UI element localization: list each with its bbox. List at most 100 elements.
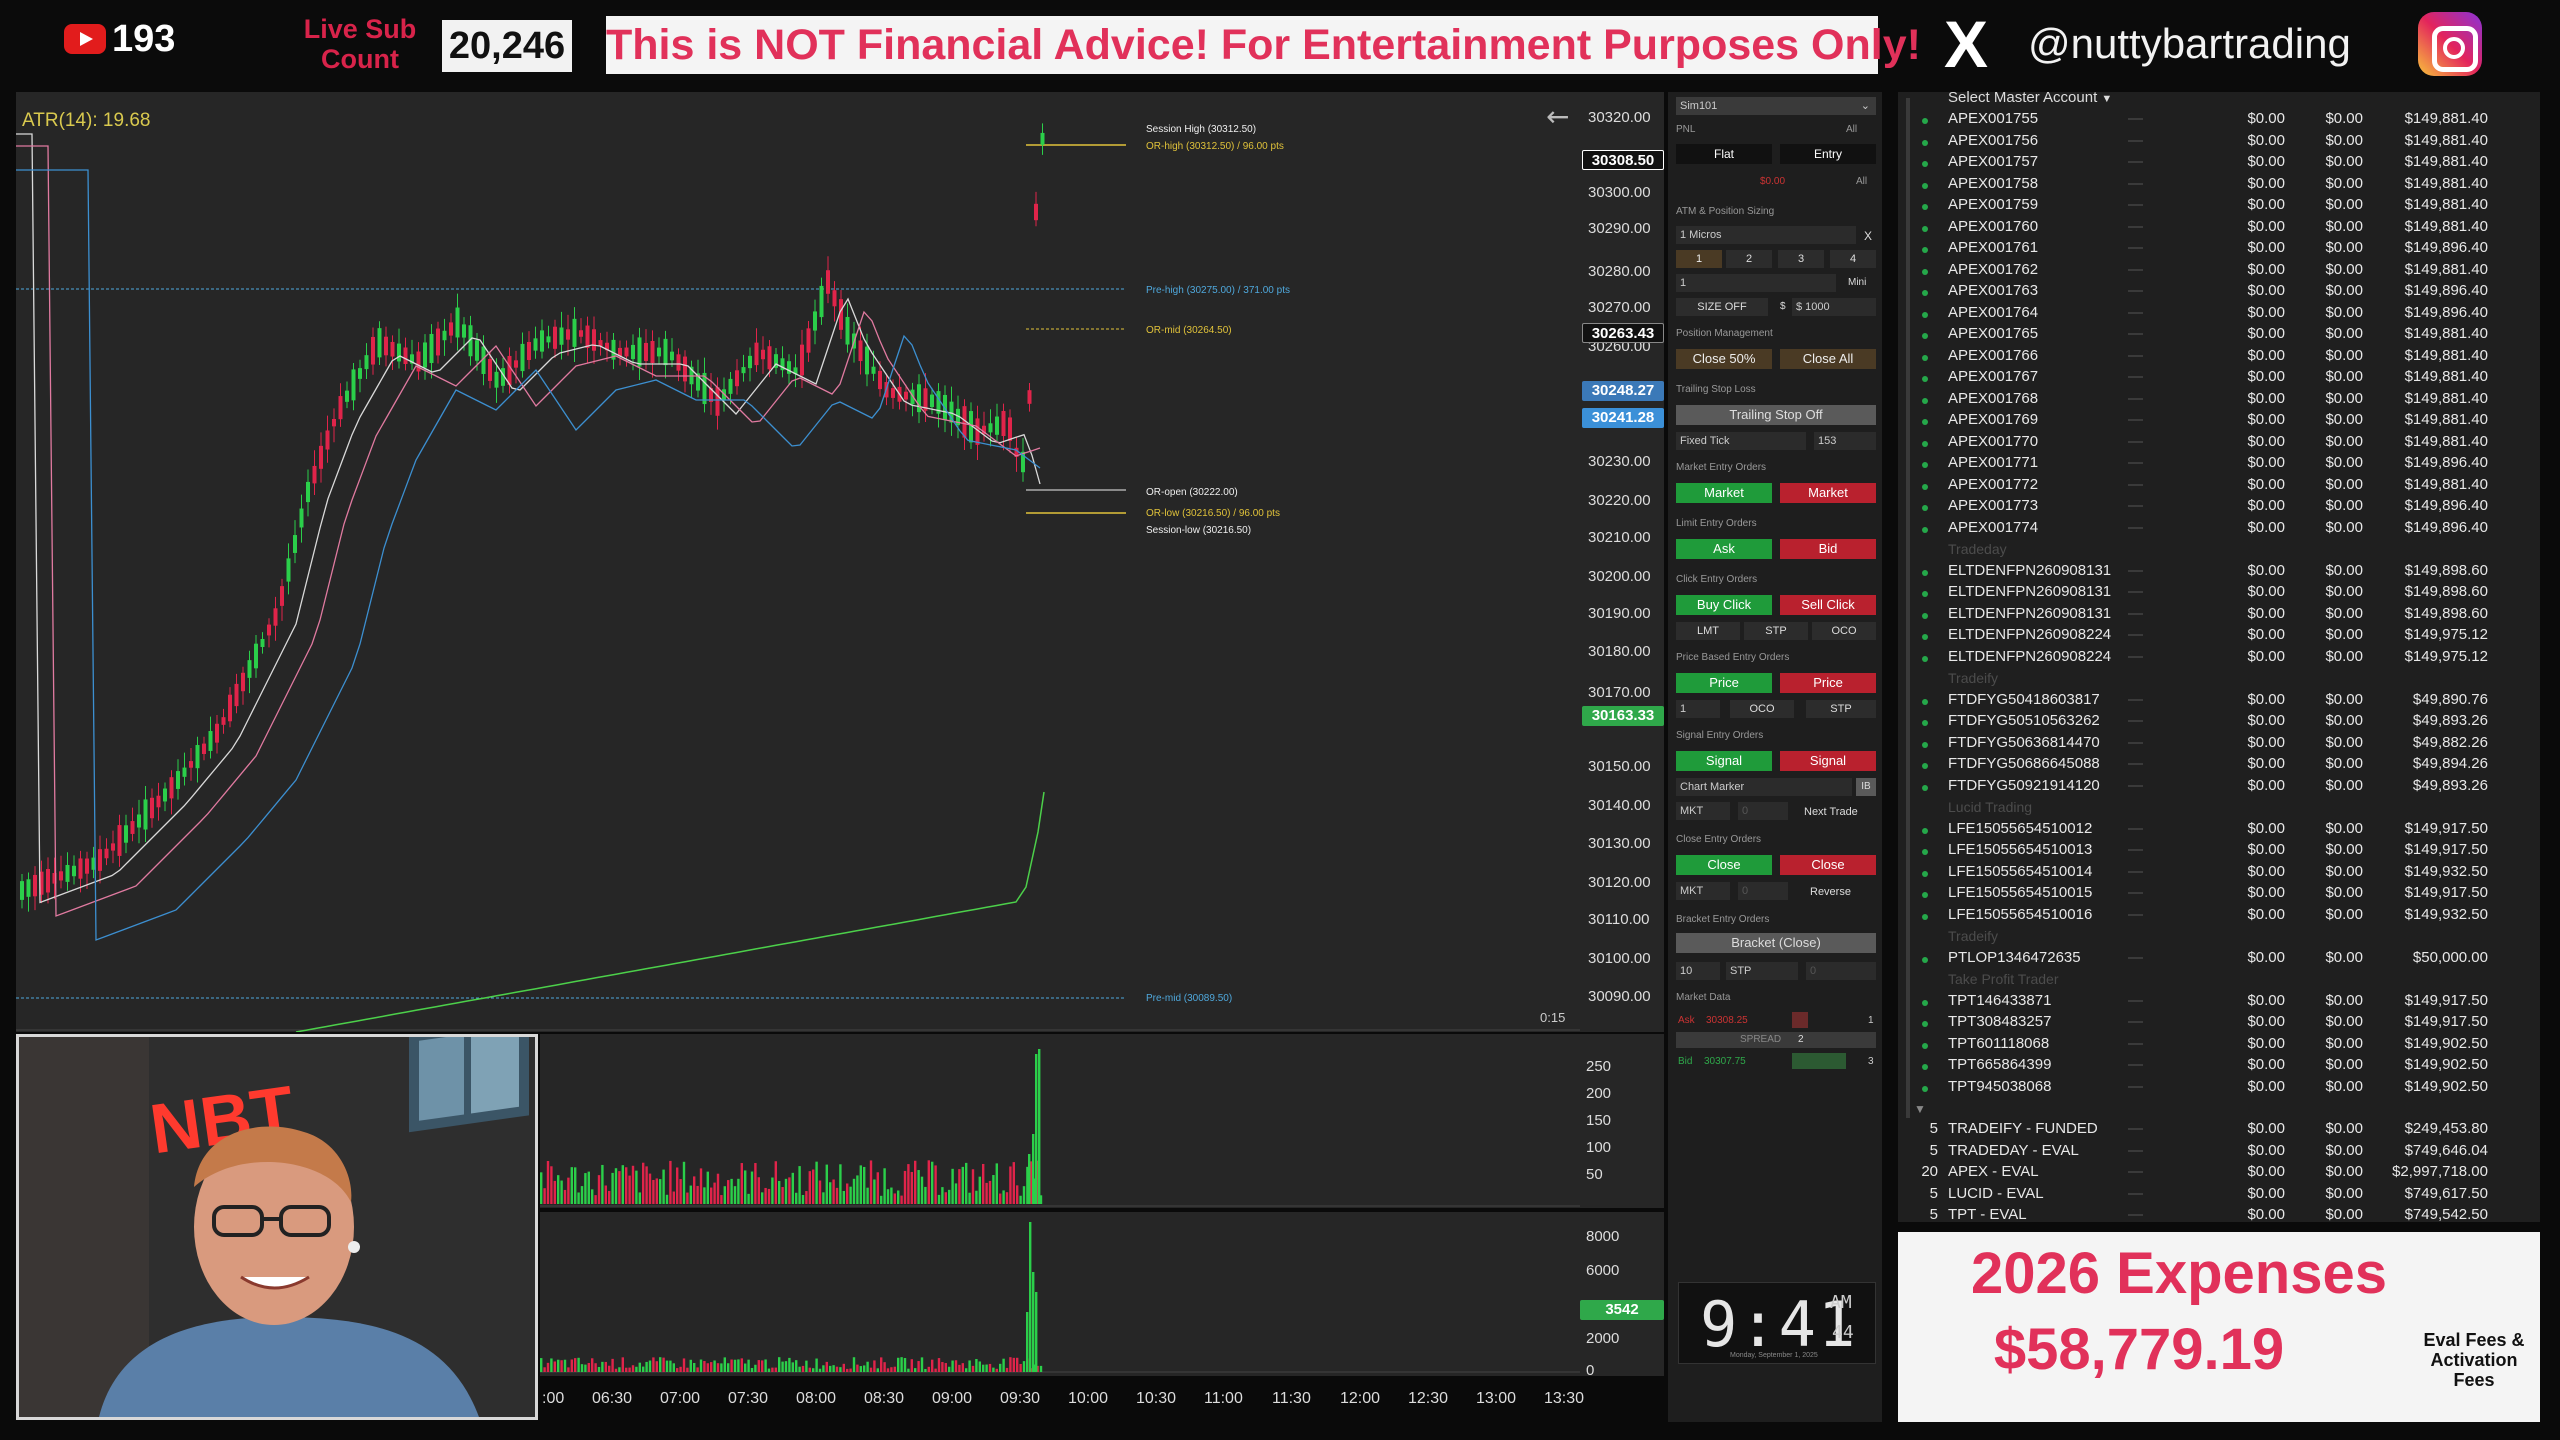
size-amount-input[interactable]: $ 1000 [1792, 298, 1876, 316]
summary-row[interactable]: 5 TPT - EVAL — $0.00 $0.00 $749,542.50 [1898, 1206, 2540, 1227]
close-buy-button[interactable]: Close [1676, 855, 1772, 875]
qty-3-button[interactable]: 3 [1778, 250, 1824, 268]
price-sell-button[interactable]: Price [1780, 673, 1876, 693]
account-row[interactable]: APEX001770 — $0.00 $0.00 $149,881.40 [1898, 433, 2540, 454]
close-all-button[interactable]: Close All [1780, 349, 1876, 369]
summary-row[interactable]: 5 LUCID - EVAL — $0.00 $0.00 $749,617.50 [1898, 1185, 2540, 1206]
price-chart[interactable] [16, 92, 1664, 1033]
volume-pane[interactable] [540, 1034, 1664, 1208]
account-row[interactable]: FTDFYG50686645088 — $0.00 $0.00 $49,894.26 [1898, 755, 2540, 776]
account-row[interactable]: LFE15055654510016 — $0.00 $0.00 $149,932.50 [1898, 906, 2540, 927]
close-50-button[interactable]: Close 50% [1676, 349, 1772, 369]
delta-volume-pane[interactable] [540, 1212, 1664, 1376]
account-select[interactable]: Sim101 ⌄ [1676, 97, 1876, 115]
qty-2-button[interactable]: 2 [1726, 250, 1772, 268]
account-row[interactable]: APEX001772 — $0.00 $0.00 $149,881.40 [1898, 476, 2540, 497]
account-row[interactable]: APEX001773 — $0.00 $0.00 $149,896.40 [1898, 497, 2540, 518]
account-row[interactable]: APEX001761 — $0.00 $0.00 $149,896.40 [1898, 239, 2540, 260]
account-row[interactable]: LFE15055654510013 — $0.00 $0.00 $149,917.50 [1898, 841, 2540, 862]
account-row[interactable]: TPT308483257 — $0.00 $0.00 $149,917.50 [1898, 1013, 2540, 1034]
price-qty-input[interactable]: 1 [1676, 700, 1720, 718]
bracket-close-button[interactable]: Bracket (Close) [1676, 933, 1876, 953]
account-row[interactable]: APEX001769 — $0.00 $0.00 $149,881.40 [1898, 411, 2540, 432]
account-row[interactable]: APEX001755 — $0.00 $0.00 $149,881.40 [1898, 110, 2540, 131]
account-row[interactable]: FTDFYG50636814470 — $0.00 $0.00 $49,882.26 [1898, 734, 2540, 755]
signal-buy-button[interactable]: Signal [1676, 751, 1772, 771]
account-row[interactable]: PTLOP1346472635 — $0.00 $0.00 $50,000.00 [1898, 949, 2540, 970]
account-row[interactable]: APEX001767 — $0.00 $0.00 $149,881.40 [1898, 368, 2540, 389]
account-row[interactable]: APEX001768 — $0.00 $0.00 $149,881.40 [1898, 390, 2540, 411]
account-row[interactable]: APEX001763 — $0.00 $0.00 $149,896.40 [1898, 282, 2540, 303]
account-row[interactable]: APEX001764 — $0.00 $0.00 $149,896.40 [1898, 304, 2540, 325]
entry-button[interactable]: Entry [1780, 144, 1876, 164]
qty-1-button[interactable]: 1 [1676, 250, 1722, 268]
lmt-button[interactable]: LMT [1676, 622, 1740, 640]
status-dot [1922, 698, 1928, 705]
account-row[interactable]: APEX001771 — $0.00 $0.00 $149,896.40 [1898, 454, 2540, 475]
summary-row[interactable]: 5 TRADEDAY - EVAL — $0.00 $0.00 $749,646.04 [1898, 1142, 2540, 1163]
fixed-tick-select[interactable]: Fixed Tick [1676, 432, 1806, 450]
ib-button[interactable]: IB [1856, 778, 1876, 796]
summary-row[interactable]: 20 APEX - EVAL — $0.00 $0.00 $2,997,718.00 [1898, 1163, 2540, 1184]
account-row[interactable]: ELTDENFPN260908131 — $0.00 $0.00 $149,898.60 [1898, 562, 2540, 583]
arrow-left-icon[interactable]: ← [1546, 100, 1569, 133]
account-row[interactable]: LFE15055654510015 — $0.00 $0.00 $149,917.50 [1898, 884, 2540, 905]
account-row[interactable]: TPT945038068 — $0.00 $0.00 $149,902.50 [1898, 1078, 2540, 1099]
account-row[interactable]: APEX001762 — $0.00 $0.00 $149,881.40 [1898, 261, 2540, 282]
signal-sell-button[interactable]: Signal [1780, 751, 1876, 771]
flat-button[interactable]: Flat [1676, 144, 1772, 164]
close-zero-input[interactable]: 0 [1738, 882, 1788, 900]
summary-row[interactable]: 5 TRADEIFY - FUNDED — $0.00 $0.00 $249,453.80 [1898, 1120, 2540, 1141]
account-row[interactable]: APEX001759 — $0.00 $0.00 $149,881.40 [1898, 196, 2540, 217]
account-row[interactable]: APEX001765 — $0.00 $0.00 $149,881.40 [1898, 325, 2540, 346]
sell-click-button[interactable]: Sell Click [1780, 595, 1876, 615]
qty-4-button[interactable]: 4 [1830, 250, 1876, 268]
close-icon[interactable]: X [1864, 229, 1872, 243]
buy-click-button[interactable]: Buy Click [1676, 595, 1772, 615]
size-off-button[interactable]: SIZE OFF [1676, 298, 1768, 316]
account-row[interactable]: APEX001757 — $0.00 $0.00 $149,881.40 [1898, 153, 2540, 174]
market-buy-button[interactable]: Market [1676, 483, 1772, 503]
account-row[interactable]: FTDFYG50510563262 — $0.00 $0.00 $49,893.26 [1898, 712, 2540, 733]
account-row[interactable]: ELTDENFPN260908224 — $0.00 $0.00 $149,975.12 [1898, 626, 2540, 647]
collapse-icon[interactable]: ▼ [1914, 1102, 1926, 1116]
account-row[interactable]: ELTDENFPN260908131 — $0.00 $0.00 $149,898.60 [1898, 583, 2540, 604]
account-row[interactable]: APEX001774 — $0.00 $0.00 $149,896.40 [1898, 519, 2540, 540]
limit-ask-button[interactable]: Ask [1676, 539, 1772, 559]
close-mkt-select[interactable]: MKT [1676, 882, 1730, 900]
limit-bid-button[interactable]: Bid [1780, 539, 1876, 559]
atm-select[interactable]: 1 Micros [1676, 226, 1856, 244]
account-row[interactable]: ELTDENFPN260908224 — $0.00 $0.00 $149,975.12 [1898, 648, 2540, 669]
stp-button[interactable]: STP [1744, 622, 1808, 640]
market-sell-button[interactable]: Market [1780, 483, 1876, 503]
account-row[interactable]: FTDFYG50921914120 — $0.00 $0.00 $49,893.26 [1898, 777, 2540, 798]
trailing-stop-toggle[interactable]: Trailing Stop Off [1676, 405, 1876, 425]
chart-marker-select[interactable]: Chart Marker [1676, 778, 1852, 796]
account-row[interactable]: APEX001766 — $0.00 $0.00 $149,881.40 [1898, 347, 2540, 368]
master-account-select[interactable]: Select Master Account ▼ [1948, 89, 2112, 106]
bracket-zero-input[interactable]: 0 [1806, 962, 1876, 980]
account-row[interactable]: APEX001756 — $0.00 $0.00 $149,881.40 [1898, 132, 2540, 153]
oco-button[interactable]: OCO [1812, 622, 1876, 640]
price-oco-button[interactable]: OCO [1730, 700, 1794, 718]
account-row[interactable]: TPT665864399 — $0.00 $0.00 $149,902.50 [1898, 1056, 2540, 1077]
signal-zero-input[interactable]: 0 [1738, 802, 1788, 820]
account-row[interactable]: LFE15055654510014 — $0.00 $0.00 $149,932.50 [1898, 863, 2540, 884]
account-row[interactable]: TPT146433871 — $0.00 $0.00 $149,917.50 [1898, 992, 2540, 1013]
reverse-label[interactable]: Reverse [1810, 886, 1851, 898]
price-stp-button[interactable]: STP [1806, 700, 1876, 718]
tick-value-input[interactable]: 153 [1814, 432, 1876, 450]
account-row[interactable]: ELTDENFPN260908131 — $0.00 $0.00 $149,898.60 [1898, 605, 2540, 626]
account-row[interactable]: TPT601118068 — $0.00 $0.00 $149,902.50 [1898, 1035, 2540, 1056]
price-buy-button[interactable]: Price [1676, 673, 1772, 693]
account-row[interactable]: LFE15055654510012 — $0.00 $0.00 $149,917.50 [1898, 820, 2540, 841]
account-row[interactable]: FTDFYG50418603817 — $0.00 $0.00 $49,890.76 [1898, 691, 2540, 712]
bracket-stp-select[interactable]: STP [1726, 962, 1798, 980]
close-sell-button[interactable]: Close [1780, 855, 1876, 875]
signal-mkt-select[interactable]: MKT [1676, 802, 1730, 820]
account-row[interactable]: APEX001760 — $0.00 $0.00 $149,881.40 [1898, 218, 2540, 239]
next-trade-label[interactable]: Next Trade [1804, 806, 1858, 818]
qty-input[interactable]: 1 [1676, 274, 1836, 292]
bracket-qty-input[interactable]: 10 [1676, 962, 1720, 980]
account-row[interactable]: APEX001758 — $0.00 $0.00 $149,881.40 [1898, 175, 2540, 196]
